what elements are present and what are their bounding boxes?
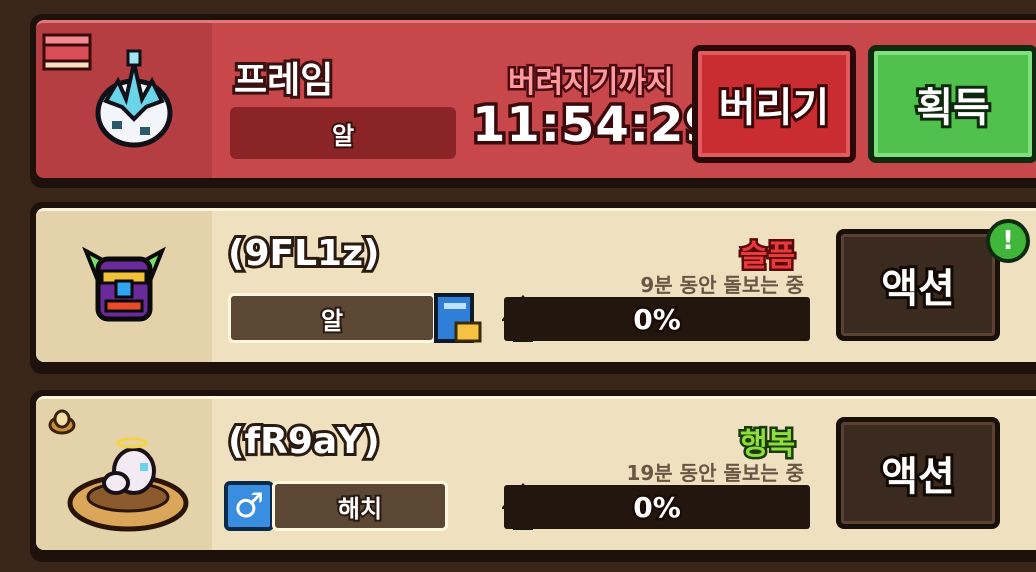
egg-card-expiring: 프레임 알 버려지기까지 11:54:29 버리기 획득	[30, 14, 1036, 188]
alert-badge-text: !	[1002, 226, 1014, 256]
egg-name: (9FL1z)	[225, 230, 382, 277]
egg-stage-label: 알	[230, 107, 456, 159]
care-duration-text: 9분 동안 돌보는 중	[640, 273, 804, 297]
crystal-egg-icon	[42, 33, 173, 148]
egg-stage-label: 알	[228, 293, 436, 343]
growth-progress-bar: 0%	[504, 485, 810, 529]
acquire-button[interactable]: 획득	[868, 45, 1036, 163]
growth-progress-value: 0%	[631, 488, 684, 526]
discard-timer: 11:54:29	[469, 94, 722, 157]
egg-card: (9FL1z) 알 슬픔 9분 동안 돌보는 중 0% 액션 !	[30, 202, 1036, 374]
egg-name: 프레임	[231, 57, 336, 104]
discard-button[interactable]: 버리기	[692, 45, 856, 163]
egg-portrait-panel	[36, 399, 212, 550]
egg-portrait-panel	[36, 23, 212, 178]
egg-name: (fR9aY)	[225, 418, 383, 465]
action-button[interactable]: 액션	[836, 417, 1000, 529]
alert-badge: !	[986, 219, 1030, 263]
male-gender-icon: ♂	[224, 481, 274, 531]
egg-stage-label: 해치	[272, 481, 448, 531]
care-duration-text: 19분 동안 돌보는 중	[626, 461, 804, 485]
growth-progress-bar: 0%	[504, 297, 810, 341]
egg-portrait-panel	[36, 211, 212, 362]
growth-progress-value: 0%	[631, 300, 684, 338]
nest-creature-icon	[48, 409, 189, 532]
until-discarded-label: 버려지기까지	[506, 63, 677, 103]
notebook-icon[interactable]	[434, 293, 482, 345]
jeweled-egg-icon	[82, 246, 166, 322]
egg-card: (fR9aY) ♂ 해치 행복 19분 동안 돌보는 중 0% 액션	[30, 390, 1036, 562]
action-button[interactable]: 액션	[836, 229, 1000, 341]
